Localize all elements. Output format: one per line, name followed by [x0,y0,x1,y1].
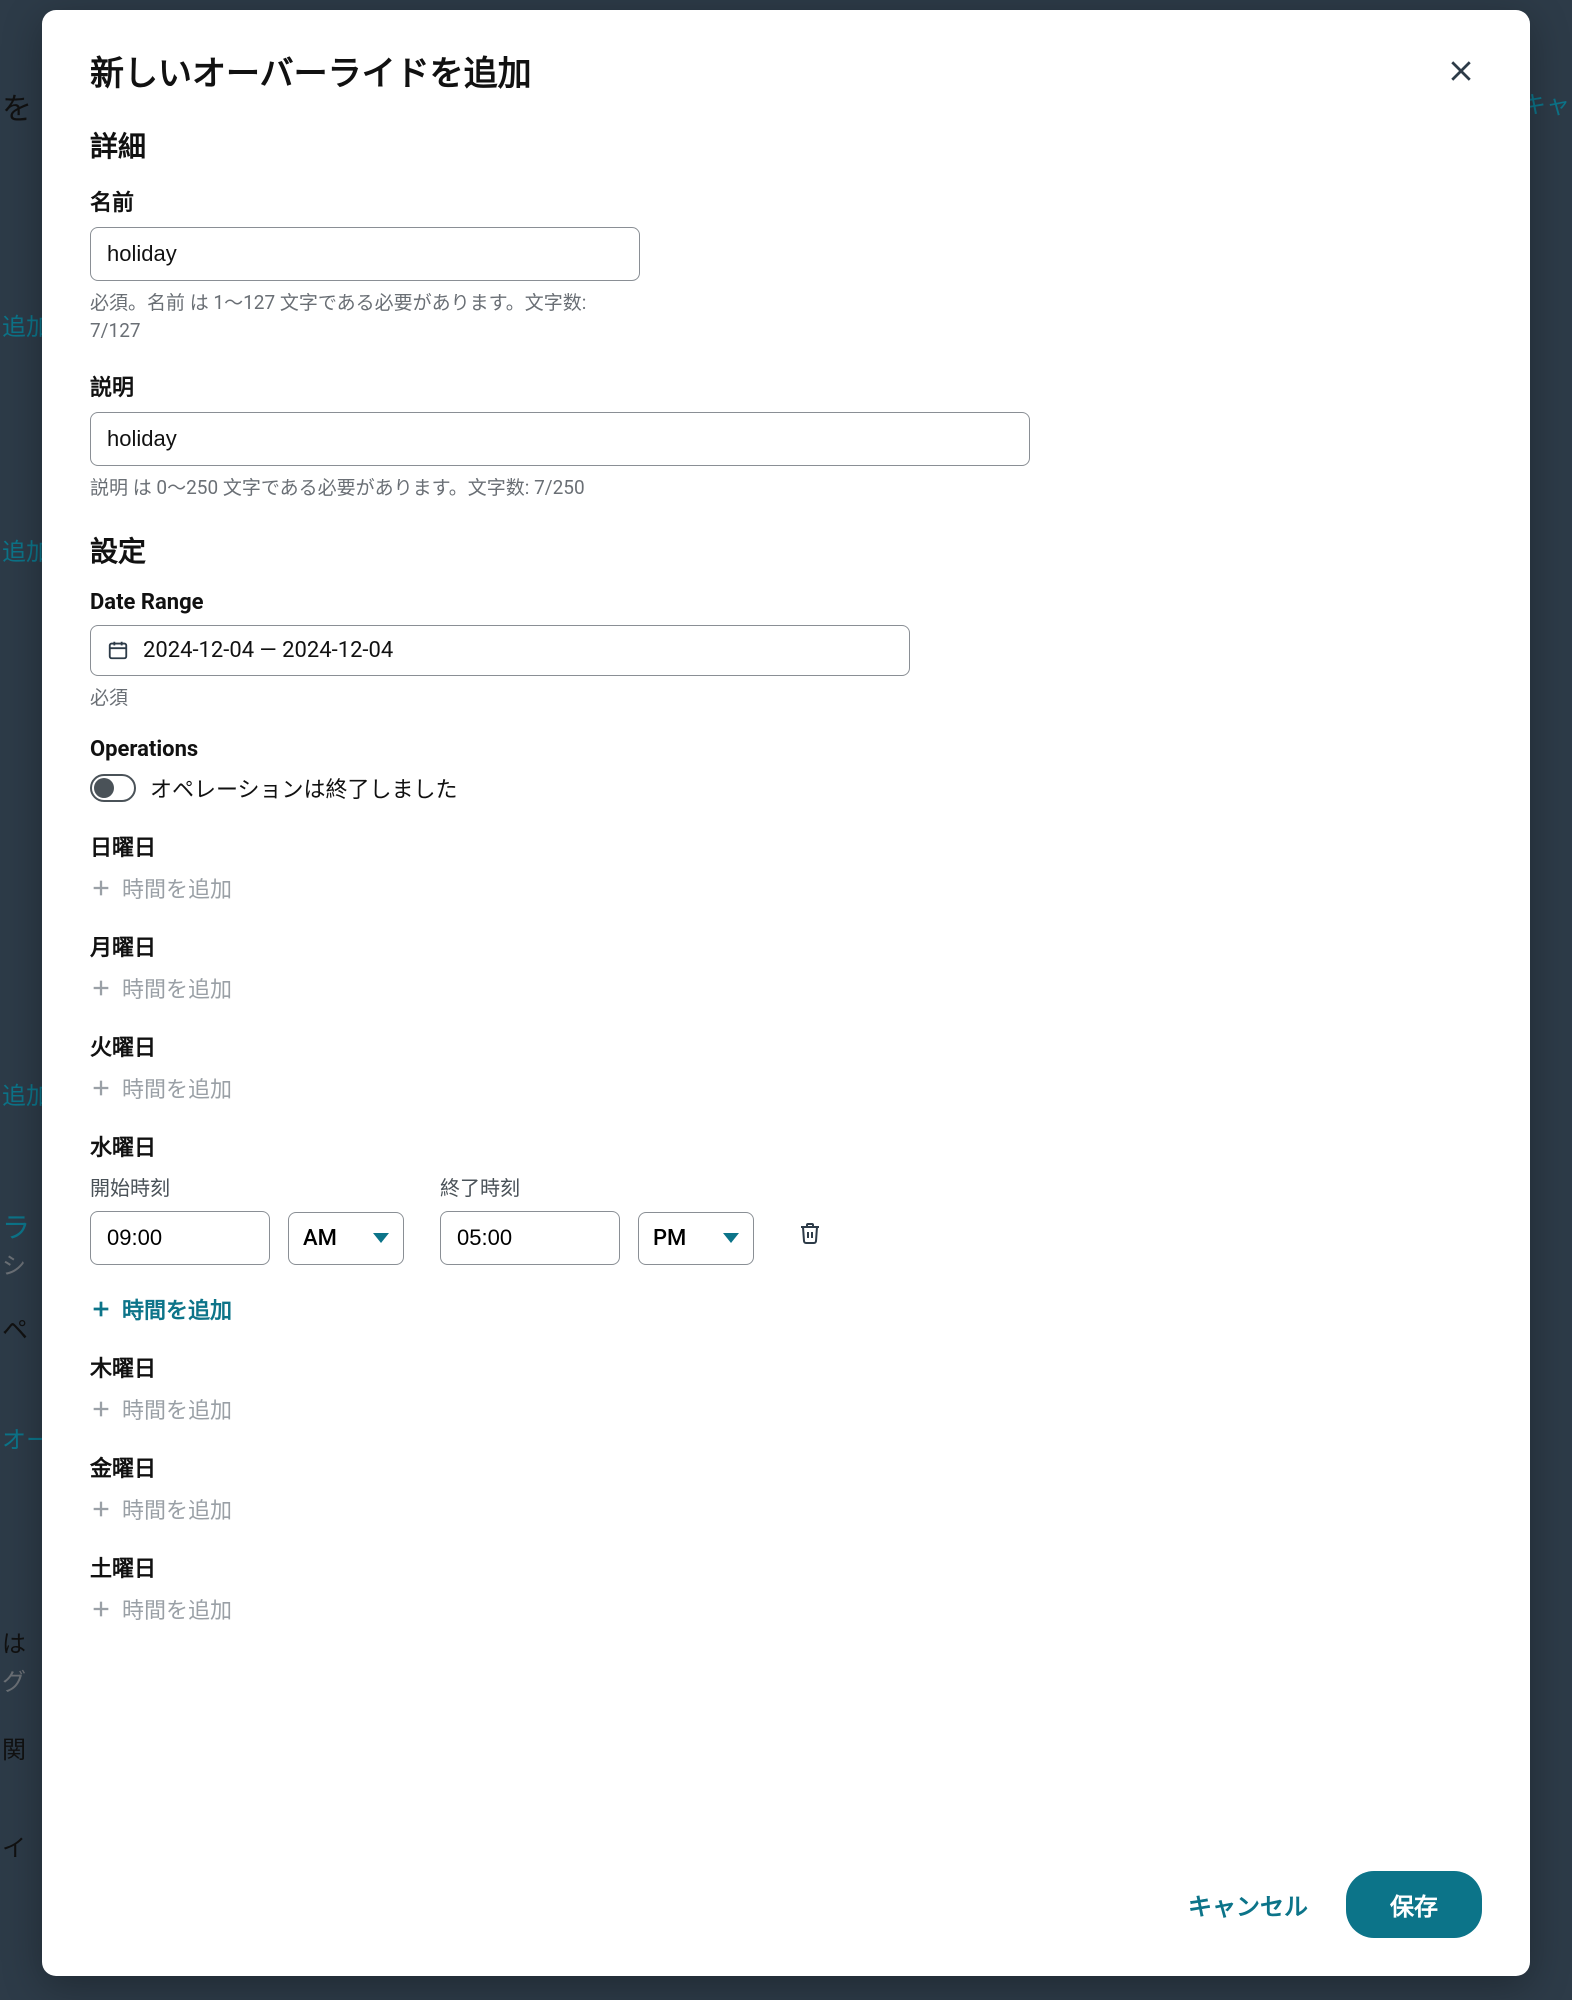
day-title-sunday: 日曜日 [90,830,1482,862]
daterange-value: 2024-12-04 — 2024-12-04 [143,638,393,663]
plus-icon [90,1598,112,1620]
plus-icon [90,1498,112,1520]
end-time-col: 終了時刻 PM [440,1172,754,1265]
bg-text: は [2,1624,26,1659]
add-time-sunday[interactable]: 時間を追加 [90,872,1482,904]
add-time-label: 時間を追加 [122,1293,232,1325]
modal-header: 新しいオーバーライドを追加 [42,10,1530,107]
modal-body: 詳細 名前 必須。名前 は 1〜127 文字である必要があります。文字数: 7/… [42,107,1530,1843]
add-time-saturday[interactable]: 時間を追加 [90,1593,1482,1625]
start-ampm-select[interactable]: AM [288,1212,404,1265]
add-time-label: 時間を追加 [122,1593,232,1625]
day-title-monday: 月曜日 [90,930,1482,962]
description-field: 説明 説明 は 0〜250 文字である必要があります。文字数: 7/250 [90,370,1482,502]
add-time-tuesday[interactable]: 時間を追加 [90,1072,1482,1104]
modal-title: 新しいオーバーライドを追加 [90,46,532,95]
bg-text: を [2,84,32,128]
day-wednesday: 水曜日 開始時刻 AM 終了時刻 [90,1130,1482,1325]
description-input[interactable] [90,412,1030,466]
save-button[interactable]: 保存 [1346,1871,1482,1938]
day-title-saturday: 土曜日 [90,1551,1482,1583]
close-icon [1446,56,1476,86]
start-time-col: 開始時刻 AM [90,1172,404,1265]
modal-footer: キャンセル 保存 [42,1843,1530,1976]
end-time-input[interactable] [440,1211,620,1265]
end-ampm-value: PM [653,1226,686,1251]
add-time-wednesday[interactable]: 時間を追加 [90,1293,1482,1325]
operations-field: Operations オペレーションは終了しました [90,737,1482,804]
start-time-input[interactable] [90,1211,270,1265]
operations-toggle-label: オペレーションは終了しました [150,772,458,804]
day-monday: 月曜日 時間を追加 [90,930,1482,1004]
day-friday: 金曜日 時間を追加 [90,1451,1482,1525]
add-time-friday[interactable]: 時間を追加 [90,1493,1482,1525]
daterange-hint: 必須 [90,684,630,712]
day-title-wednesday: 水曜日 [90,1130,1482,1162]
bg-text: シ [2,1246,26,1281]
name-field: 名前 必須。名前 は 1〜127 文字である必要があります。文字数: 7/127 [90,185,1482,344]
section-settings-title: 設定 [90,530,1482,570]
plus-icon [90,1398,112,1420]
plus-icon [90,977,112,999]
plus-icon [90,1077,112,1099]
chevron-down-icon [723,1233,739,1243]
day-title-tuesday: 火曜日 [90,1030,1482,1062]
add-time-label: 時間を追加 [122,872,232,904]
chevron-down-icon [373,1233,389,1243]
day-tuesday: 火曜日 時間を追加 [90,1030,1482,1104]
delete-time-button[interactable] [790,1210,830,1259]
start-time-label: 開始時刻 [90,1172,404,1201]
add-time-monday[interactable]: 時間を追加 [90,972,1482,1004]
name-label: 名前 [90,185,1482,217]
description-hint: 説明 は 0〜250 文字である必要があります。文字数: 7/250 [90,474,810,502]
add-time-label: 時間を追加 [122,1493,232,1525]
bg-text: ペ [2,1310,28,1347]
add-time-label: 時間を追加 [122,1072,232,1104]
bg-text: ラ [2,1206,30,1246]
section-details-title: 詳細 [90,125,1482,165]
plus-icon [90,1298,112,1320]
add-time-label: 時間を追加 [122,972,232,1004]
daterange-input[interactable]: 2024-12-04 — 2024-12-04 [90,625,910,676]
toggle-knob [94,778,114,798]
day-saturday: 土曜日 時間を追加 [90,1551,1482,1625]
wednesday-time-row: 開始時刻 AM 終了時刻 PM [90,1172,1482,1265]
end-time-label: 終了時刻 [440,1172,754,1201]
day-thursday: 木曜日 時間を追加 [90,1351,1482,1425]
name-hint: 必須。名前 は 1〜127 文字である必要があります。文字数: 7/127 [90,289,630,344]
calendar-icon [107,639,129,661]
trash-icon [798,1220,822,1246]
add-time-label: 時間を追加 [122,1393,232,1425]
day-title-friday: 金曜日 [90,1451,1482,1483]
day-title-thursday: 木曜日 [90,1351,1482,1383]
start-ampm-value: AM [303,1226,337,1251]
day-sunday: 日曜日 時間を追加 [90,830,1482,904]
daterange-label: Date Range [90,590,1482,615]
end-ampm-select[interactable]: PM [638,1212,754,1265]
bg-text: 関 [2,1730,26,1765]
cancel-button[interactable]: キャンセル [1188,1887,1308,1922]
operations-toggle[interactable] [90,774,136,802]
operations-toggle-row: オペレーションは終了しました [90,772,1482,804]
plus-icon [90,877,112,899]
modal-dialog: 新しいオーバーライドを追加 詳細 名前 必須。名前 は 1〜127 文字である必… [42,10,1530,1976]
bg-text: グ [2,1662,26,1697]
close-button[interactable] [1440,50,1482,92]
description-label: 説明 [90,370,1482,402]
operations-label: Operations [90,737,1482,762]
name-input[interactable] [90,227,640,281]
bg-text: イ [2,1828,26,1863]
daterange-field: Date Range 2024-12-04 — 2024-12-04 必須 [90,590,1482,712]
add-time-thursday[interactable]: 時間を追加 [90,1393,1482,1425]
